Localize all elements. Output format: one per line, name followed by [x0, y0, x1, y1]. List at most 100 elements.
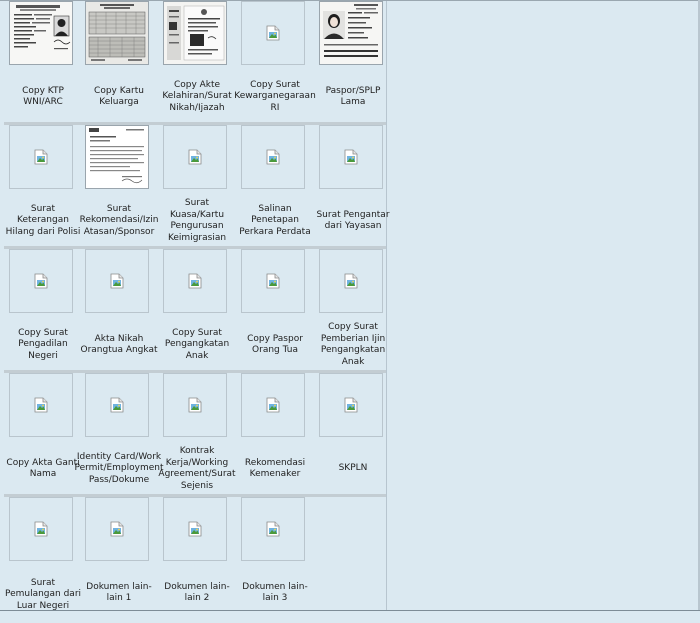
- document-tile[interactable]: Kontrak Kerja/Working Agreement/Surat Se…: [158, 373, 236, 493]
- document-label: Copy KTP WNI/ARC: [22, 85, 64, 108]
- document-thumbnail[interactable]: [241, 497, 305, 561]
- document-tile[interactable]: Akta Nikah Orangtua Angkat: [80, 249, 158, 369]
- document-thumbnail[interactable]: [163, 373, 227, 437]
- document-tile[interactable]: Surat Keterangan Hilang dari Polisi: [4, 125, 82, 245]
- document-row-1: Copy KTP WNI/ARC Copy Kartu Keluarga Cop…: [4, 1, 386, 125]
- document-thumbnail[interactable]: [85, 373, 149, 437]
- document-tile[interactable]: Copy Akta Ganti Nama: [4, 373, 82, 493]
- document-tile[interactable]: Copy KTP WNI/ARC: [4, 1, 82, 121]
- document-thumbnail[interactable]: [241, 1, 305, 65]
- document-label: Copy Akte Kelahiran/Surat Nikah/Ijazah: [162, 79, 232, 113]
- document-row-3: Copy Surat Pengadilan Negeri Akta Nikah …: [4, 249, 386, 373]
- document-thumbnail[interactable]: [9, 373, 73, 437]
- broken-image-icon: [344, 149, 358, 165]
- broken-image-icon: [188, 521, 202, 537]
- broken-image-icon: [34, 521, 48, 537]
- document-label: Dokumen lain-lain 3: [242, 581, 308, 604]
- passport-image: [320, 2, 382, 64]
- document-tile[interactable]: Surat Pemulangan dari Luar Negeri: [4, 497, 82, 617]
- broken-image-icon: [266, 25, 280, 41]
- document-label: Copy Akta Ganti Nama: [6, 457, 80, 480]
- broken-image-icon: [110, 521, 124, 537]
- document-tile[interactable]: Dokumen lain-lain 3: [236, 497, 314, 617]
- document-label: Copy Kartu Keluarga: [94, 85, 144, 108]
- document-label: Surat Rekomendasi/Izin Atasan/Sponsor: [79, 203, 159, 237]
- document-thumbnail[interactable]: [241, 249, 305, 313]
- document-label: Copy Surat Pengadilan Negeri: [18, 327, 68, 361]
- document-tile[interactable]: SKPLN: [314, 373, 392, 493]
- broken-image-icon: [266, 397, 280, 413]
- ktp-card-image: [10, 2, 72, 64]
- document-thumbnail[interactable]: [163, 125, 227, 189]
- document-thumbnail[interactable]: [163, 1, 227, 65]
- document-thumbnail[interactable]: [241, 125, 305, 189]
- document-tile[interactable]: Copy Akte Kelahiran/Surat Nikah/Ijazah: [158, 1, 236, 121]
- document-label: Paspor/SPLP Lama: [325, 85, 381, 108]
- document-row-5: Surat Pemulangan dari Luar Negeri Dokume…: [4, 497, 386, 621]
- broken-image-icon: [34, 149, 48, 165]
- document-label: Copy Surat Pengangkatan Anak: [164, 327, 230, 361]
- document-tile[interactable]: Copy Surat Kewarganegaraan RI: [234, 1, 316, 121]
- document-label: Surat Keterangan Hilang dari Polisi: [5, 203, 81, 237]
- broken-image-icon: [344, 273, 358, 289]
- document-thumbnail[interactable]: [319, 125, 383, 189]
- broken-image-icon: [266, 521, 280, 537]
- document-label: Surat Kuasa/Kartu Pengurusan Keimigrasia…: [167, 198, 227, 243]
- document-label: Kontrak Kerja/Working Agreement/Surat Se…: [158, 446, 236, 491]
- document-label: Dokumen lain-lain 1: [86, 581, 152, 604]
- document-label: Dokumen lain-lain 2: [164, 581, 230, 604]
- broken-image-icon: [34, 273, 48, 289]
- broken-image-icon: [34, 397, 48, 413]
- broken-image-icon: [188, 149, 202, 165]
- document-thumbnail[interactable]: [85, 497, 149, 561]
- document-label: Surat Pengantar dari Yayasan: [316, 209, 390, 232]
- document-tile[interactable]: Surat Rekomendasi/Izin Atasan/Sponsor: [80, 125, 158, 245]
- document-thumbnail[interactable]: [319, 373, 383, 437]
- document-thumbnail[interactable]: [85, 1, 149, 65]
- document-tile[interactable]: Copy Surat Pemberian Ijin Pengangkatan A…: [314, 249, 392, 369]
- document-thumbnail[interactable]: [9, 249, 73, 313]
- broken-image-icon: [266, 273, 280, 289]
- certificate-image: [164, 2, 226, 64]
- broken-image-icon: [188, 273, 202, 289]
- broken-image-icon: [110, 397, 124, 413]
- broken-image-icon: [266, 149, 280, 165]
- document-grid: Copy KTP WNI/ARC Copy Kartu Keluarga Cop…: [4, 1, 390, 611]
- document-tile[interactable]: Rekomendasi Kemenaker: [236, 373, 314, 493]
- document-tile[interactable]: Identity Card/Work Permit/Employment Pas…: [74, 373, 164, 493]
- document-row-2: Surat Keterangan Hilang dari Polisi Sura…: [4, 125, 390, 249]
- document-label: Salinan Penetapan Perkara Perdata: [239, 203, 311, 237]
- document-tile[interactable]: Dokumen lain-lain 1: [80, 497, 158, 617]
- document-tile[interactable]: Salinan Penetapan Perkara Perdata: [236, 125, 314, 245]
- broken-image-icon: [188, 397, 202, 413]
- document-label: SKPLN: [338, 463, 368, 474]
- document-label: Copy Surat Pemberian Ijin Pengangkatan A…: [320, 322, 386, 367]
- document-thumbnail[interactable]: [9, 497, 73, 561]
- document-label: Copy Surat Kewarganegaraan RI: [234, 79, 316, 113]
- document-label: Identity Card/Work Permit/Employment Pas…: [74, 451, 164, 485]
- document-tile[interactable]: Dokumen lain-lain 2: [158, 497, 236, 617]
- document-label: Rekomendasi Kemenaker: [244, 457, 306, 480]
- document-tile[interactable]: Surat Pengantar dari Yayasan: [314, 125, 392, 245]
- document-tile[interactable]: Copy Kartu Keluarga: [80, 1, 158, 121]
- document-thumbnail[interactable]: [9, 1, 73, 65]
- document-thumbnail[interactable]: [319, 249, 383, 313]
- document-tile[interactable]: Copy Surat Pengangkatan Anak: [158, 249, 236, 369]
- document-label: Surat Pemulangan dari Luar Negeri: [4, 577, 82, 611]
- document-row-4: Copy Akta Ganti Nama Identity Card/Work …: [4, 373, 386, 497]
- document-thumbnail[interactable]: [9, 125, 73, 189]
- document-tile[interactable]: Copy Surat Pengadilan Negeri: [4, 249, 82, 369]
- document-tile[interactable]: Copy Paspor Orang Tua: [236, 249, 314, 369]
- document-thumbnail[interactable]: [163, 497, 227, 561]
- document-thumbnail[interactable]: [319, 1, 383, 65]
- document-tile[interactable]: Surat Kuasa/Kartu Pengurusan Keimigrasia…: [158, 125, 236, 245]
- document-label: Copy Paspor Orang Tua: [247, 333, 303, 356]
- document-thumbnail[interactable]: [85, 125, 149, 189]
- broken-image-icon: [110, 273, 124, 289]
- document-thumbnail[interactable]: [85, 249, 149, 313]
- broken-image-icon: [344, 397, 358, 413]
- document-thumbnail[interactable]: [163, 249, 227, 313]
- document-thumbnail[interactable]: [241, 373, 305, 437]
- family-card-image: [86, 2, 148, 64]
- document-tile[interactable]: Paspor/SPLP Lama: [314, 1, 392, 121]
